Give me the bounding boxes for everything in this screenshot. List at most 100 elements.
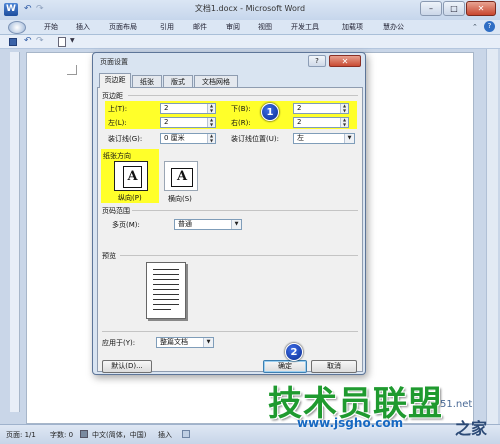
right-margin-input[interactable]: 2 ▲ ▼ — [293, 117, 349, 128]
close-button[interactable]: ✕ — [466, 1, 496, 16]
spinner-arrows-icon[interactable]: ▲ ▼ — [207, 133, 215, 143]
left-margin-label: 左(L): — [108, 119, 127, 127]
dialog-help-button[interactable]: ? — [308, 55, 326, 67]
step-badge-2: 2 — [285, 343, 303, 361]
site-watermark-url: www.jsgho.com — [297, 416, 404, 430]
redo-icon[interactable]: ↷ — [36, 36, 44, 46]
spinner-arrows-icon[interactable]: ▲ ▼ — [207, 117, 215, 127]
portrait-label: 纵向(P) — [118, 194, 142, 202]
gutter-value: 0 厘米 — [164, 134, 185, 142]
multiple-pages-value: 普通 — [178, 220, 192, 228]
language-status[interactable]: 中文(简体，中国) — [92, 430, 146, 440]
redo-icon[interactable]: ↷ — [36, 5, 46, 14]
preview-line — [153, 284, 179, 285]
multiple-pages-select[interactable]: 普通 ▼ — [174, 219, 242, 230]
chevron-down-icon[interactable]: ▼ — [203, 338, 213, 347]
right-margin-label: 右(R): — [231, 119, 251, 127]
help-icon[interactable]: ? — [484, 21, 495, 32]
undo-icon[interactable]: ↶ — [24, 36, 32, 46]
tab-developer[interactable]: 开发工具 — [291, 22, 319, 32]
bottom-margin-value: 2 — [297, 104, 302, 112]
gutter-position-select[interactable]: 左 ▼ — [293, 133, 355, 144]
ribbon-tabs: 开始 插入 页面布局 引用 邮件 审阅 视图 开发工具 加载项 慧办公 ⌃ ? — [0, 20, 500, 35]
preview-line — [153, 294, 179, 295]
top-margin-value: 2 — [164, 104, 169, 112]
word-count-status[interactable]: 字数: 0 — [50, 430, 73, 440]
new-doc-icon[interactable] — [58, 37, 66, 47]
preview-line — [153, 304, 179, 305]
tab-huibangong[interactable]: 慧办公 — [383, 22, 404, 32]
divider — [120, 255, 358, 256]
vertical-ruler — [10, 52, 20, 412]
office-button[interactable] — [8, 21, 26, 34]
spinner-arrows-icon[interactable]: ▲ ▼ — [340, 103, 348, 113]
gutter-position-value: 左 — [297, 134, 304, 142]
spinner-arrows-icon[interactable]: ▲ ▼ — [207, 103, 215, 113]
margins-section-label: 页边距 — [102, 92, 123, 100]
bottom-margin-label: 下(B): — [231, 105, 251, 113]
quick-access-toolbar: ↶ ↷ ▼ — [0, 35, 500, 49]
tab-addins[interactable]: 加载项 — [342, 22, 363, 32]
chevron-down-icon[interactable]: ▼ — [344, 134, 354, 143]
minimize-button[interactable]: – — [420, 1, 442, 16]
divider — [102, 331, 358, 332]
preview-page-thumbnail — [146, 262, 186, 319]
top-margin-input[interactable]: 2 ▲ ▼ — [160, 103, 216, 114]
dialog-close-button[interactable]: ✕ — [329, 55, 361, 67]
bottom-margin-input[interactable]: 2 ▲ ▼ — [293, 103, 349, 114]
gutter-label: 装订线(G): — [108, 135, 143, 143]
gutter-position-label: 装订线位置(U): — [231, 135, 279, 143]
tab-insert[interactable]: 插入 — [76, 22, 90, 32]
site-watermark-number: 51.net — [440, 399, 473, 410]
tab-home[interactable]: 开始 — [44, 22, 58, 32]
preview-line — [153, 309, 171, 310]
pages-section-label: 页码范围 — [102, 207, 130, 215]
tab-margins[interactable]: 页边距 — [99, 73, 131, 88]
site-watermark-home: 之家 — [455, 419, 488, 438]
divider — [128, 95, 358, 96]
word-logo-icon[interactable]: W — [4, 3, 18, 16]
chevron-down-icon[interactable]: ▼ — [231, 220, 241, 229]
landscape-option[interactable]: A — [164, 161, 198, 191]
ribbon-minimize-icon[interactable]: ⌃ — [472, 23, 478, 31]
left-margin-input[interactable]: 2 ▲ ▼ — [160, 117, 216, 128]
spinner-arrows-icon[interactable]: ▲ ▼ — [340, 117, 348, 127]
tab-review[interactable]: 审阅 — [226, 22, 240, 32]
cancel-button[interactable]: 取消 — [311, 360, 357, 373]
preview-line — [153, 299, 179, 300]
undo-icon[interactable]: ↶ — [24, 5, 34, 14]
step-badge-1: 1 — [261, 103, 279, 121]
portrait-page-icon: A — [123, 166, 142, 188]
macro-record-icon[interactable] — [182, 430, 190, 438]
maximize-button[interactable]: □ — [443, 1, 465, 16]
proofing-icon[interactable] — [80, 430, 88, 438]
right-margin-value: 2 — [297, 118, 302, 126]
preview-line — [153, 289, 179, 290]
insert-mode-status[interactable]: 插入 — [158, 430, 172, 440]
preview-section-label: 预览 — [102, 252, 116, 260]
title-bar: W ↶ ↷ 文档1.docx - Microsoft Word – □ ✕ — [0, 0, 500, 20]
dialog-body: 页边距 上(T): 2 ▲ ▼ 下(B): 2 ▲ ▼ 左(L): 2 ▲ ▼ 右(R… — [97, 87, 363, 373]
preview-line — [153, 274, 179, 275]
landscape-label: 横向(S) — [168, 195, 192, 203]
status-bar: 页面: 1/1 字数: 0 中文(简体，中国) 插入 — [0, 424, 500, 444]
gutter-input[interactable]: 0 厘米 ▲ ▼ — [160, 133, 216, 144]
tab-references[interactable]: 引用 — [160, 22, 174, 32]
save-icon[interactable] — [9, 38, 17, 46]
page-setup-dialog: 页面设置 ? ✕ 页边距 纸张 版式 文档网格 页边距 上(T): 2 ▲ ▼ 下… — [92, 52, 366, 375]
tab-mailings[interactable]: 邮件 — [193, 22, 207, 32]
tab-view[interactable]: 视图 — [258, 22, 272, 32]
vertical-scrollbar[interactable] — [486, 49, 498, 424]
portrait-option[interactable]: A — [114, 161, 148, 191]
preview-line — [153, 279, 179, 280]
margin-corner-mark — [67, 65, 77, 75]
ok-button[interactable]: 确定 — [263, 360, 307, 373]
set-default-button[interactable]: 默认(D)... — [102, 360, 152, 373]
top-margin-label: 上(T): — [108, 105, 128, 113]
apply-to-select[interactable]: 整篇文档 ▼ — [156, 337, 214, 348]
page-count-status[interactable]: 页面: 1/1 — [6, 430, 36, 440]
orientation-section-label: 纸张方向 — [103, 152, 131, 160]
tab-page-layout[interactable]: 页面布局 — [109, 22, 137, 32]
window-title: 文档1.docx - Microsoft Word — [194, 4, 306, 13]
qat-dropdown-icon[interactable]: ▼ — [70, 37, 75, 44]
